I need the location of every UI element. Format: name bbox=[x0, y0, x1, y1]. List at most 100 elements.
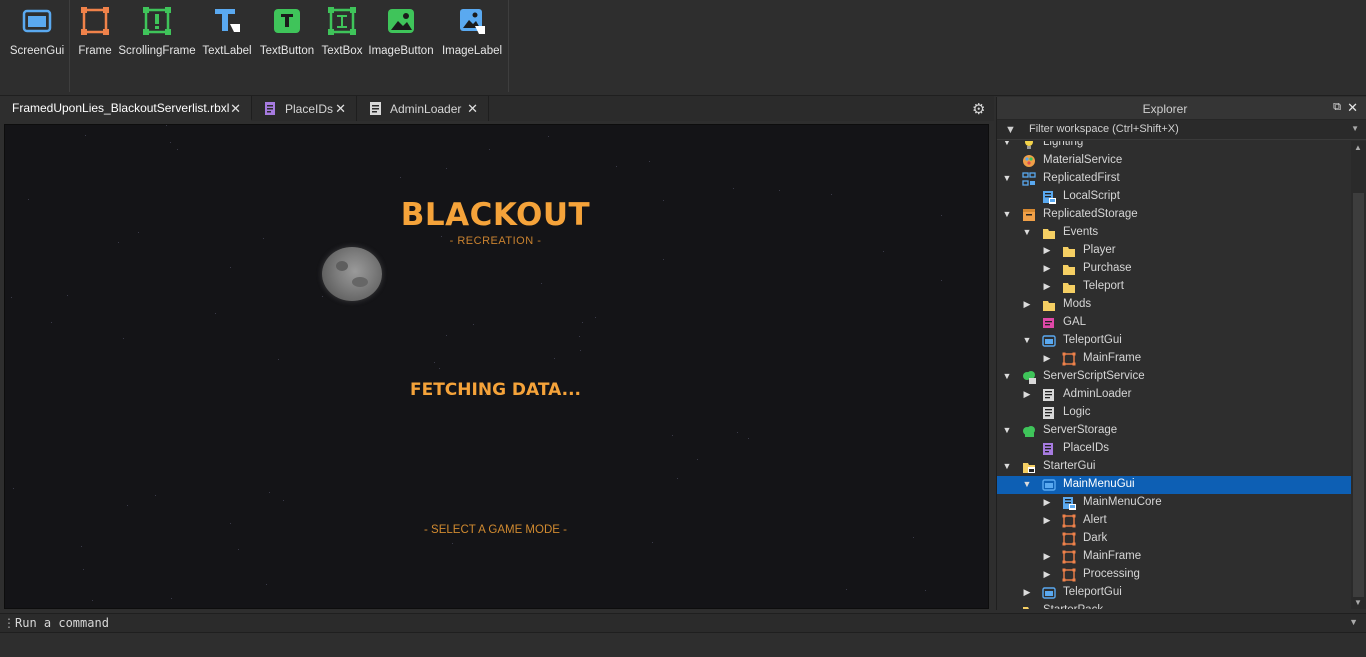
explorer-item-teleportgui[interactable]: ▶ TeleportGui bbox=[997, 584, 1351, 602]
explorer-item-label: Teleport bbox=[1083, 280, 1124, 292]
star bbox=[238, 549, 239, 550]
chevron-right-icon[interactable]: ▶ bbox=[1042, 353, 1052, 363]
filter-input[interactable]: Filter workspace (Ctrl+Shift+X) bbox=[1029, 123, 1179, 135]
explorer-title: Explorer bbox=[1142, 102, 1188, 116]
explorer-filter-bar[interactable]: ▼ Filter workspace (Ctrl+Shift+X) ▼ bbox=[997, 120, 1366, 140]
explorer-item-label: Processing bbox=[1083, 568, 1140, 580]
popout-icon[interactable]: ⧉ bbox=[1333, 101, 1341, 114]
chevron-right-icon[interactable]: ▶ bbox=[1022, 587, 1032, 597]
star bbox=[177, 149, 178, 150]
module-icon bbox=[1042, 316, 1056, 330]
chevron-right-icon[interactable]: ▶ bbox=[1022, 389, 1032, 399]
tab-adminloader[interactable]: AdminLoader ✕ bbox=[358, 96, 489, 121]
chevron-right-icon[interactable]: ▶ bbox=[1042, 515, 1052, 525]
star bbox=[230, 267, 231, 268]
serverscriptservice-icon bbox=[1022, 370, 1036, 384]
explorer-item-label: Purchase bbox=[1083, 262, 1132, 274]
explorer-item-materialservice[interactable]: MaterialService bbox=[997, 152, 1351, 170]
scrollingframe-button[interactable]: ScrollingFrame bbox=[118, 4, 196, 60]
close-icon[interactable]: ✕ bbox=[1347, 100, 1358, 116]
explorer-item-adminloader[interactable]: ▶ AdminLoader bbox=[997, 386, 1351, 404]
explorer-item-localscript[interactable]: LocalScript bbox=[997, 188, 1351, 206]
scroll-down-icon[interactable]: ▼ bbox=[1354, 598, 1362, 607]
explorer-item-starterpack[interactable]: StarterPack bbox=[997, 602, 1351, 609]
explorer-item-mods[interactable]: ▶ Mods bbox=[997, 296, 1351, 314]
explorer-item-replicatedstorage[interactable]: ▼ ReplicatedStorage bbox=[997, 206, 1351, 224]
serverstorage-icon bbox=[1022, 424, 1036, 438]
explorer-item-replicatedfirst[interactable]: ▼ ReplicatedFirst bbox=[997, 170, 1351, 188]
chevron-right-icon[interactable]: ▶ bbox=[1042, 263, 1052, 273]
chevron-right-icon[interactable]: ▶ bbox=[1042, 551, 1052, 561]
command-bar[interactable]: ⋮ Run a command ▼ bbox=[0, 613, 1366, 633]
star bbox=[672, 435, 673, 436]
star bbox=[434, 362, 435, 363]
explorer-item-alert[interactable]: ▶ Alert bbox=[997, 512, 1351, 530]
textbox-button[interactable]: TextBox bbox=[320, 4, 364, 60]
chevron-down-icon[interactable]: ▼ bbox=[1002, 461, 1012, 471]
explorer-item-mainframe[interactable]: ▶ MainFrame bbox=[997, 548, 1351, 566]
explorer-item-label: Alert bbox=[1083, 514, 1107, 526]
explorer-item-label: Player bbox=[1083, 244, 1116, 256]
chevron-down-icon[interactable]: ▼ bbox=[1002, 209, 1012, 219]
tab-placeids[interactable]: PlaceIDs ✕ bbox=[253, 96, 357, 121]
star bbox=[166, 125, 167, 126]
explorer-item-mainmenucore[interactable]: ▶ MainMenuCore bbox=[997, 494, 1351, 512]
imagelabel-button[interactable]: ImageLabel bbox=[440, 4, 504, 60]
explorer-item-serverstorage[interactable]: ▼ ServerStorage bbox=[997, 422, 1351, 440]
explorer-item-lighting[interactable]: ▼ Lighting bbox=[997, 141, 1351, 152]
chevron-right-icon[interactable]: ▶ bbox=[1042, 497, 1052, 507]
explorer-item-startergui[interactable]: ▼ StarterGui bbox=[997, 458, 1351, 476]
game-viewport[interactable]: BLACKOUT - RECREATION - FETCHING DATA...… bbox=[4, 124, 989, 609]
explorer-item-player[interactable]: ▶ Player bbox=[997, 242, 1351, 260]
scroll-up-icon[interactable]: ▲ bbox=[1354, 143, 1362, 152]
startergui-icon bbox=[1022, 460, 1036, 474]
frame-icon bbox=[80, 6, 110, 36]
explorer-item-teleportgui[interactable]: ▼ TeleportGui bbox=[997, 332, 1351, 350]
tab-framedPuponlies-place[interactable]: FramedUponLies_BlackoutServerlist.rbxl ✕ bbox=[0, 96, 252, 121]
screengui-icon bbox=[1042, 334, 1056, 348]
chevron-down-icon[interactable]: ▼ bbox=[1002, 371, 1012, 381]
explorer-item-placeids[interactable]: PlaceIDs bbox=[997, 440, 1351, 458]
chevron-down-icon[interactable]: ▼ bbox=[1002, 425, 1012, 435]
scrollbar-thumb[interactable] bbox=[1353, 193, 1364, 597]
chevron-down-icon[interactable]: ▼ bbox=[1351, 124, 1359, 133]
explorer-item-mainframe[interactable]: ▶ MainFrame bbox=[997, 350, 1351, 368]
explorer-item-gal[interactable]: GAL bbox=[997, 314, 1351, 332]
explorer-item-logic[interactable]: Logic bbox=[997, 404, 1351, 422]
close-icon[interactable]: ✕ bbox=[467, 101, 478, 117]
explorer-item-dark[interactable]: Dark bbox=[997, 530, 1351, 548]
textbox-label: TextBox bbox=[321, 45, 363, 57]
chevron-right-icon[interactable]: ▶ bbox=[1042, 281, 1052, 291]
chevron-right-icon[interactable]: ▶ bbox=[1042, 245, 1052, 255]
chevron-down-icon[interactable]: ▼ bbox=[1022, 335, 1032, 345]
chevron-down-icon[interactable]: ▼ bbox=[1022, 227, 1032, 237]
explorer-item-teleport[interactable]: ▶ Teleport bbox=[997, 278, 1351, 296]
explorer-item-purchase[interactable]: ▶ Purchase bbox=[997, 260, 1351, 278]
chevron-right-icon[interactable]: ▶ bbox=[1042, 569, 1052, 579]
chevron-down-icon[interactable]: ▼ bbox=[1022, 479, 1032, 489]
chevron-down-icon[interactable]: ▼ bbox=[1349, 617, 1358, 627]
imagebutton-button[interactable]: ImageButton bbox=[366, 4, 436, 60]
chevron-right-icon[interactable]: ▶ bbox=[1022, 299, 1032, 309]
explorer-item-serverscriptservice[interactable]: ▼ ServerScriptService bbox=[997, 368, 1351, 386]
screengui-button[interactable]: ScreenGui bbox=[10, 4, 64, 60]
textlabel-button[interactable]: TextLabel bbox=[201, 4, 253, 60]
chevron-down-icon[interactable]: ▼ bbox=[1002, 173, 1012, 183]
chevron-down-icon[interactable]: ▼ bbox=[1002, 141, 1012, 147]
star bbox=[913, 537, 914, 538]
explorer-item-label: StarterGui bbox=[1043, 460, 1096, 472]
explorer-item-processing[interactable]: ▶ Processing bbox=[997, 566, 1351, 584]
textbutton-button[interactable]: TextButton bbox=[257, 4, 317, 60]
close-icon[interactable]: ✕ bbox=[230, 101, 241, 117]
close-icon[interactable]: ✕ bbox=[335, 101, 346, 117]
frame-button[interactable]: Frame bbox=[76, 4, 114, 60]
explorer-item-mainmenugui[interactable]: ▼ MainMenuGui bbox=[997, 476, 1351, 494]
explorer-scrollbar[interactable]: ▲ ▼ bbox=[1351, 141, 1366, 609]
textlabel-icon bbox=[212, 6, 242, 36]
command-input[interactable]: Run a command bbox=[15, 616, 109, 630]
gear-icon[interactable]: ⚙ bbox=[972, 100, 985, 118]
filter-icon[interactable]: ▼ bbox=[1005, 124, 1016, 136]
explorer-item-events[interactable]: ▼ Events bbox=[997, 224, 1351, 242]
star bbox=[278, 359, 279, 360]
star bbox=[489, 149, 490, 150]
